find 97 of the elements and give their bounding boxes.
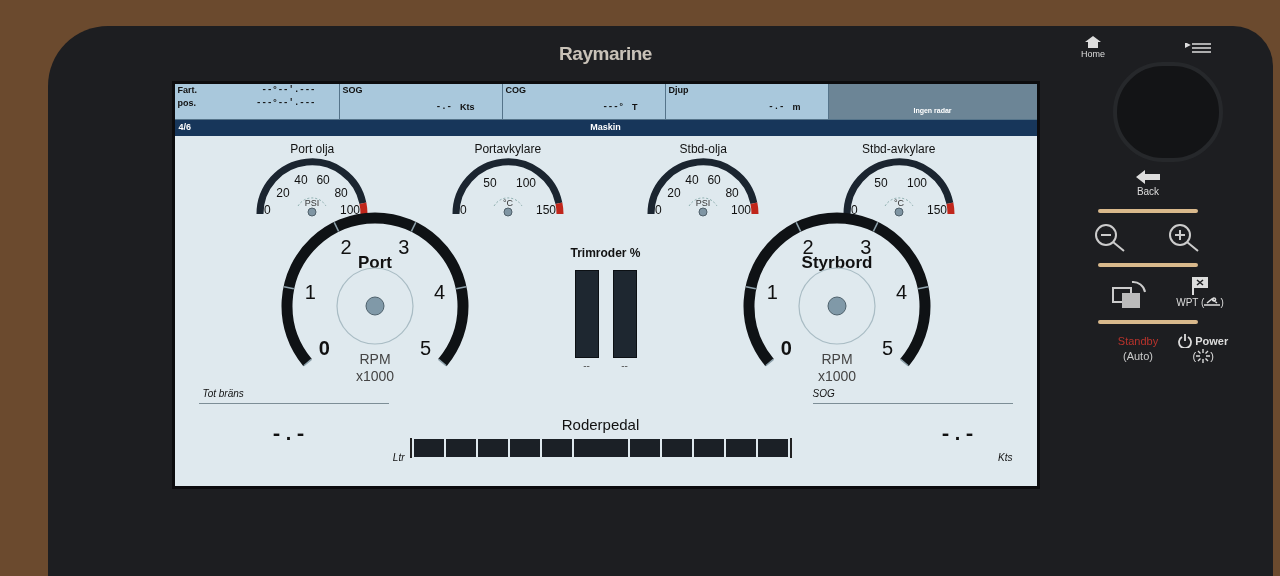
needle-hub [365, 296, 384, 315]
trim-reading: -- [583, 358, 590, 373]
scale-label: x1000 [817, 367, 856, 384]
power-icon [1178, 334, 1193, 348]
tick-label: 0 [655, 202, 662, 217]
brand-logo: Raymarine [559, 42, 652, 66]
data-label: SOG [342, 83, 364, 97]
tick-label: 5 [881, 336, 893, 359]
needle-hub [827, 296, 846, 315]
engine-name: Port [357, 252, 392, 272]
standby-button[interactable]: Standby (Auto) [1117, 333, 1159, 364]
data-label: Djup [668, 83, 690, 97]
gauge-title: Portavkylare [474, 140, 542, 158]
tick-label: 0 [264, 202, 271, 217]
tick-label: 0 [459, 202, 467, 217]
tick-label: 150 [926, 202, 947, 217]
needle-hub [894, 207, 904, 216]
unit-label: °C [893, 197, 904, 208]
gauge-title: Port olja [290, 140, 335, 158]
gauge-title: Stbd-olja [679, 140, 727, 158]
tick-label: 50 [483, 175, 497, 190]
switch-window-icon [1112, 279, 1149, 310]
tick-label: 100 [515, 175, 536, 190]
redline-mark [946, 202, 955, 214]
data-unit: Kts [460, 101, 475, 114]
dial-ring [884, 196, 914, 206]
needle-hub [503, 207, 513, 216]
field-unit: Kts [998, 450, 1013, 465]
field-label: SOG [812, 386, 835, 401]
menu-icon [1185, 42, 1211, 55]
power-button[interactable]: Power ( ) [1178, 333, 1229, 364]
back-arrow-icon [1136, 169, 1160, 184]
tick-label: 4 [895, 280, 907, 303]
unit-label: PSI [305, 197, 320, 208]
data-label: pos. [177, 97, 196, 110]
data-value: ---° [602, 101, 624, 114]
tick-label: 0 [850, 202, 858, 217]
tick-label: 80 [725, 185, 740, 200]
tick-label: 2 [340, 235, 352, 258]
home-button[interactable]: Home [1081, 36, 1105, 62]
tick-label: 100 [340, 202, 361, 217]
tick-label: 80 [334, 185, 349, 200]
unit-label: °C [502, 197, 513, 208]
field-unit: Ltr [392, 450, 405, 465]
dial-ring [297, 196, 327, 206]
needle-hub [698, 207, 708, 216]
data-label: Fart. [177, 83, 197, 97]
tick-label: 3 [397, 235, 409, 258]
tick-label: 100 [731, 202, 752, 217]
tick-label: 0 [780, 336, 792, 359]
data-value: -.- [768, 101, 785, 114]
tick-label: 20 [276, 185, 290, 200]
data-value: --°--'.--- [261, 83, 317, 97]
page-title: Maskin [589, 120, 622, 134]
data-value: -.- [435, 101, 452, 114]
tick-label: 50 [874, 175, 888, 190]
switch-pane-button[interactable] [1112, 279, 1149, 310]
dial-ring [688, 196, 718, 206]
unit-label: RPM [820, 350, 853, 367]
rudder-title: Roderpedal [561, 414, 640, 435]
data-label: COG [505, 83, 527, 97]
tick-label: 4 [433, 280, 445, 303]
tick-label: 1 [766, 280, 778, 303]
unit-label: PSI [696, 197, 711, 208]
tick-label: 60 [316, 172, 331, 187]
page-number: 4/6 [178, 120, 192, 134]
scale-label: x1000 [355, 367, 394, 384]
tick-label: 5 [419, 336, 431, 359]
data-unit: T [632, 101, 638, 114]
data-value: ---°--'.--- [256, 97, 317, 110]
unit-label: RPM [358, 350, 391, 367]
tick-label: 0 [318, 336, 330, 359]
back-button[interactable]: Back [1136, 169, 1160, 199]
tick-label: 60 [707, 172, 722, 187]
data-unit: m [792, 101, 801, 114]
tick-label: 1 [304, 280, 316, 303]
tick-label: 100 [906, 175, 927, 190]
trim-title: Trimroder % [570, 244, 641, 262]
field-label: Tot bräns [202, 386, 244, 401]
field-value: -.- [270, 421, 307, 448]
flag-icon [1192, 276, 1208, 295]
waypoint-button[interactable]: WPT ( ) [1176, 276, 1224, 310]
tick-label: 150 [535, 202, 556, 217]
tick-label: 40 [685, 172, 699, 187]
backlight-icon [1196, 349, 1211, 363]
gauge-title: Stbd-avkylare [862, 140, 936, 158]
needle-hub [307, 207, 317, 216]
tick-label: 20 [667, 185, 681, 200]
redline-mark [750, 202, 759, 214]
dial-ring [493, 196, 523, 206]
field-value: -.- [939, 421, 976, 448]
redline-mark [359, 202, 368, 214]
redline-mark [555, 202, 564, 214]
tick-label: 40 [294, 172, 308, 187]
trim-reading: -- [621, 358, 628, 373]
home-icon [1085, 36, 1101, 48]
person-in-water-icon [1204, 297, 1221, 307]
